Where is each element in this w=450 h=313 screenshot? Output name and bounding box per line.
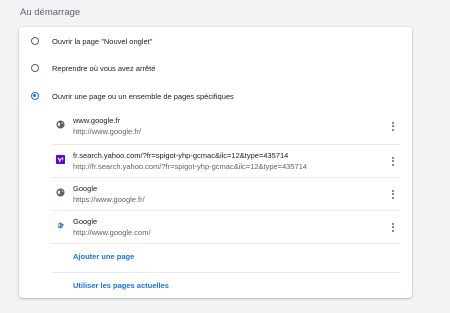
startup-page-row: fr.search.yahoo.com/?fr=spigot-yhp-gcmac… [52, 144, 400, 178]
page-title: fr.search.yahoo.com/?fr=spigot-yhp-gcmac… [73, 151, 289, 160]
add-page-row: Ajouter une page [52, 243, 400, 268]
startup-page-row: www.google.fr http://www.google.fr/ [52, 110, 400, 143]
radio-option-continue[interactable]: Reprendre où vous avez arrêté [19, 58, 412, 78]
radio-option-label: Ouvrir la page "Nouvel onglet" [52, 36, 153, 46]
radio-option-new-tab[interactable]: Ouvrir la page "Nouvel onglet" [19, 31, 412, 51]
more-actions-button[interactable] [386, 220, 400, 234]
page-url: http://www.google.com/ [73, 228, 151, 237]
page-title: Google [73, 184, 98, 193]
radio-button-selected[interactable] [31, 92, 39, 100]
radio-option-label: Reprendre où vous avez arrêté [52, 63, 156, 73]
more-actions-button[interactable] [386, 154, 400, 168]
startup-page-row: Google http://www.google.com/ [52, 210, 400, 244]
startup-page-row: Google https://www.google.fr/ [52, 177, 400, 211]
radio-option-label: Ouvrir une page ou un ensemble de pages … [52, 91, 234, 101]
startup-settings-card: Ouvrir la page "Nouvel onglet" Reprendre… [19, 27, 412, 298]
globe-icon [56, 188, 65, 197]
use-current-pages-row: Utiliser les pages actuelles [52, 272, 400, 297]
globe-icon [56, 120, 65, 129]
page-title: www.google.fr [73, 116, 121, 125]
radio-button[interactable] [31, 37, 39, 45]
more-actions-button[interactable] [386, 187, 400, 201]
page-title: Google [73, 217, 98, 226]
yahoo-icon [56, 155, 65, 164]
radio-button[interactable] [31, 64, 39, 72]
radio-option-specific-pages[interactable]: Ouvrir une page ou un ensemble de pages … [19, 86, 412, 106]
page-url: http://fr.search.yahoo.com/?fr=spigot-yh… [73, 162, 308, 171]
add-page-link[interactable]: Ajouter une page [73, 252, 134, 261]
more-actions-button[interactable] [386, 119, 400, 133]
page-url: http://www.google.fr/ [73, 127, 141, 136]
google-g-icon [57, 222, 64, 229]
section-title: Au démarrage [20, 7, 81, 18]
use-current-pages-link[interactable]: Utiliser les pages actuelles [73, 281, 169, 290]
page-url: https://www.google.fr/ [73, 195, 145, 204]
